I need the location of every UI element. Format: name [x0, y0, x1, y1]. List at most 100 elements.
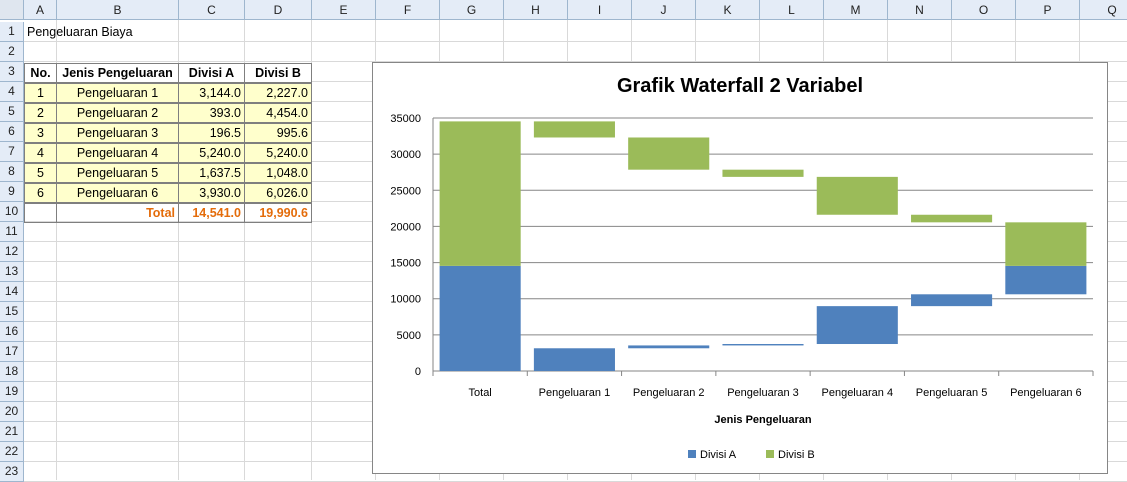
column-header-c[interactable]: C	[179, 0, 245, 20]
total-divisi-a[interactable]: 14,541.0	[178, 203, 245, 223]
row-header-15[interactable]: 15	[0, 302, 24, 322]
bar-divisi-a	[722, 344, 804, 346]
row-header-2[interactable]: 2	[0, 42, 24, 62]
row-jenis[interactable]: Pengeluaran 4	[56, 143, 179, 163]
row-divisi-b[interactable]: 2,227.0	[244, 83, 312, 103]
row-header-12[interactable]: 12	[0, 242, 24, 262]
row-header-1[interactable]: 1	[0, 22, 24, 42]
row-divisi-a[interactable]: 3,144.0	[178, 83, 245, 103]
row-no[interactable]: 6	[24, 183, 57, 203]
row-no[interactable]: 3	[24, 123, 57, 143]
row-header-8[interactable]: 8	[0, 162, 24, 182]
column-header-n[interactable]: N	[888, 0, 952, 20]
x-tick-label: Total	[469, 387, 492, 399]
header-jenis[interactable]: Jenis Pengeluaran	[56, 63, 179, 83]
row-header-10[interactable]: 10	[0, 202, 24, 222]
column-header-i[interactable]: I	[568, 0, 632, 20]
bar-divisi-b	[439, 121, 521, 266]
y-tick-label: 20000	[390, 221, 421, 233]
total-label[interactable]: Total	[56, 203, 179, 223]
row-header-22[interactable]: 22	[0, 442, 24, 462]
row-divisi-b[interactable]: 5,240.0	[244, 143, 312, 163]
bar-divisi-b	[911, 214, 993, 223]
row-header-7[interactable]: 7	[0, 142, 24, 162]
column-header-o[interactable]: O	[952, 0, 1016, 20]
y-tick-label: 25000	[390, 185, 421, 197]
row-header-23[interactable]: 23	[0, 462, 24, 482]
waterfall-chart[interactable]: Grafik Waterfall 2 Variabel 0 5000 10000 15…	[372, 62, 1108, 474]
sheet-title[interactable]: Pengeluaran Biaya	[24, 23, 174, 43]
column-header-b[interactable]: B	[57, 0, 179, 20]
header-divisi-a[interactable]: Divisi A	[178, 63, 245, 83]
column-header-g[interactable]: G	[440, 0, 504, 20]
x-tick-label: Pengeluaran 1	[539, 387, 611, 399]
column-header-d[interactable]: D	[245, 0, 312, 20]
row-header-5[interactable]: 5	[0, 102, 24, 122]
total-divisi-b[interactable]: 19,990.6	[244, 203, 312, 223]
column-header-e[interactable]: E	[312, 0, 376, 20]
bar-divisi-b	[816, 176, 898, 215]
legend-swatch	[688, 450, 696, 458]
header-no[interactable]: No.	[24, 63, 57, 83]
row-divisi-a[interactable]: 3,930.0	[178, 183, 245, 203]
row-header-13[interactable]: 13	[0, 262, 24, 282]
y-tick-label: 35000	[390, 113, 421, 125]
column-header-l[interactable]: L	[760, 0, 824, 20]
row-header-14[interactable]: 14	[0, 282, 24, 302]
row-no[interactable]: 1	[24, 83, 57, 103]
row-header-11[interactable]: 11	[0, 222, 24, 242]
column-header-j[interactable]: J	[632, 0, 696, 20]
row-divisi-a[interactable]: 1,637.5	[178, 163, 245, 183]
column-header-f[interactable]: F	[376, 0, 440, 20]
row-divisi-b[interactable]: 995.6	[244, 123, 312, 143]
column-header-m[interactable]: M	[824, 0, 888, 20]
row-header-21[interactable]: 21	[0, 422, 24, 442]
bar-divisi-a	[1005, 265, 1087, 295]
legend-label: Divisi B	[778, 449, 815, 461]
row-header-16[interactable]: 16	[0, 322, 24, 342]
row-header-9[interactable]: 9	[0, 182, 24, 202]
legend-swatch	[766, 450, 774, 458]
bar-divisi-a	[439, 265, 521, 371]
y-tick-label: 0	[415, 366, 421, 378]
column-header-q[interactable]: Q	[1080, 0, 1127, 20]
total-blank-cell[interactable]	[24, 203, 57, 223]
column-header-h[interactable]: H	[504, 0, 568, 20]
select-all-corner[interactable]	[0, 0, 24, 20]
column-header-a[interactable]: A	[24, 0, 57, 20]
y-tick-label: 10000	[390, 294, 421, 306]
row-divisi-a[interactable]: 196.5	[178, 123, 245, 143]
row-jenis[interactable]: Pengeluaran 1	[56, 83, 179, 103]
row-header-18[interactable]: 18	[0, 362, 24, 382]
x-tick-label: Pengeluaran 5	[916, 387, 988, 399]
row-no[interactable]: 5	[24, 163, 57, 183]
row-divisi-b[interactable]: 1,048.0	[244, 163, 312, 183]
row-header-19[interactable]: 19	[0, 382, 24, 402]
row-no[interactable]: 2	[24, 103, 57, 123]
row-no[interactable]: 4	[24, 143, 57, 163]
column-header-k[interactable]: K	[696, 0, 760, 20]
row-header-20[interactable]: 20	[0, 402, 24, 422]
column-header-p[interactable]: P	[1016, 0, 1080, 20]
bar-divisi-b	[722, 169, 804, 177]
legend-label: Divisi A	[700, 449, 737, 461]
row-divisi-a[interactable]: 393.0	[178, 103, 245, 123]
row-divisi-a[interactable]: 5,240.0	[178, 143, 245, 163]
bar-divisi-b	[1005, 222, 1087, 266]
gridline-horizontal	[24, 41, 1127, 42]
row-jenis[interactable]: Pengeluaran 6	[56, 183, 179, 203]
row-jenis[interactable]: Pengeluaran 2	[56, 103, 179, 123]
bar-divisi-a	[816, 306, 898, 345]
row-jenis[interactable]: Pengeluaran 3	[56, 123, 179, 143]
row-header-17[interactable]: 17	[0, 342, 24, 362]
x-axis-title: Jenis Pengeluaran	[714, 414, 811, 426]
row-divisi-b[interactable]: 4,454.0	[244, 103, 312, 123]
row-header-3[interactable]: 3	[0, 62, 24, 82]
row-divisi-b[interactable]: 6,026.0	[244, 183, 312, 203]
row-header-6[interactable]: 6	[0, 122, 24, 142]
row-jenis[interactable]: Pengeluaran 5	[56, 163, 179, 183]
header-divisi-b[interactable]: Divisi B	[244, 63, 312, 83]
chart-plot: 0 5000 10000 15000 20000 25000 30000 35000 Total…	[390, 113, 1094, 461]
bar-divisi-a	[533, 348, 615, 371]
row-header-4[interactable]: 4	[0, 82, 24, 102]
